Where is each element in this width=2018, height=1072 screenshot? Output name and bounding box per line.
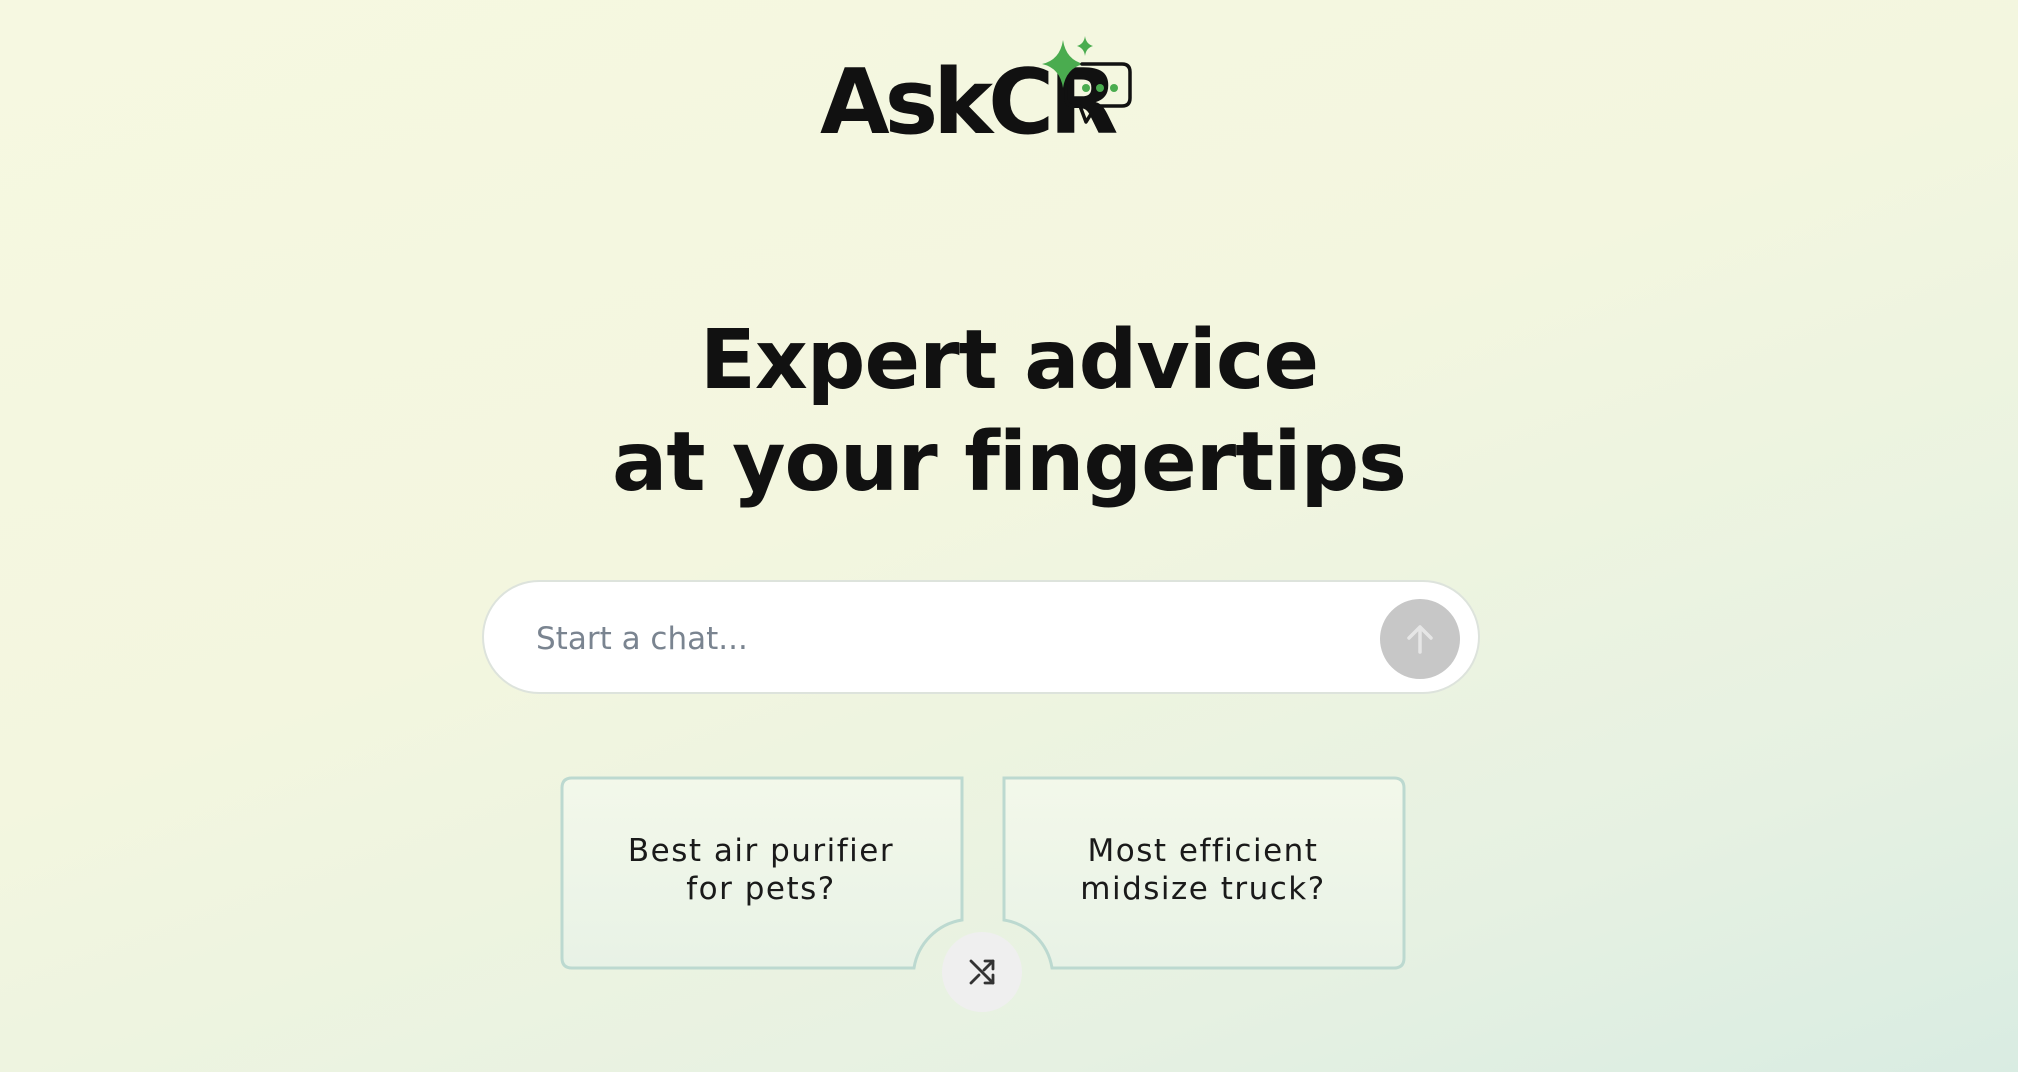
send-button[interactable] [1380,599,1460,679]
suggestion-1-line-2: for pets? [686,871,836,907]
arrow-up-icon [1407,625,1433,654]
shuffle-button[interactable] [942,932,1022,1012]
suggestion-1-line-1: Best air purifier [627,833,895,869]
suggestion-2-line-1: Most efficient [1087,833,1319,869]
headline-line-2: at your fingertips [612,415,1407,510]
askcr-logo[interactable]: AskCR [820,36,1140,148]
suggestion-card-2[interactable]: Most efficient midsize truck? [1004,832,1402,908]
headline-line-1: Expert advice [699,313,1319,408]
chat-input[interactable] [536,612,1356,666]
sparkle-chat-bubble-icon [1042,36,1132,124]
suggestion-card-1[interactable]: Best air purifier for pets? [562,832,960,908]
chat-box [482,580,1480,694]
shuffle-icon [969,959,995,985]
page-headline: Expert advice at your fingertips [0,310,2018,514]
suggestion-2-line-2: midsize truck? [1080,871,1326,907]
